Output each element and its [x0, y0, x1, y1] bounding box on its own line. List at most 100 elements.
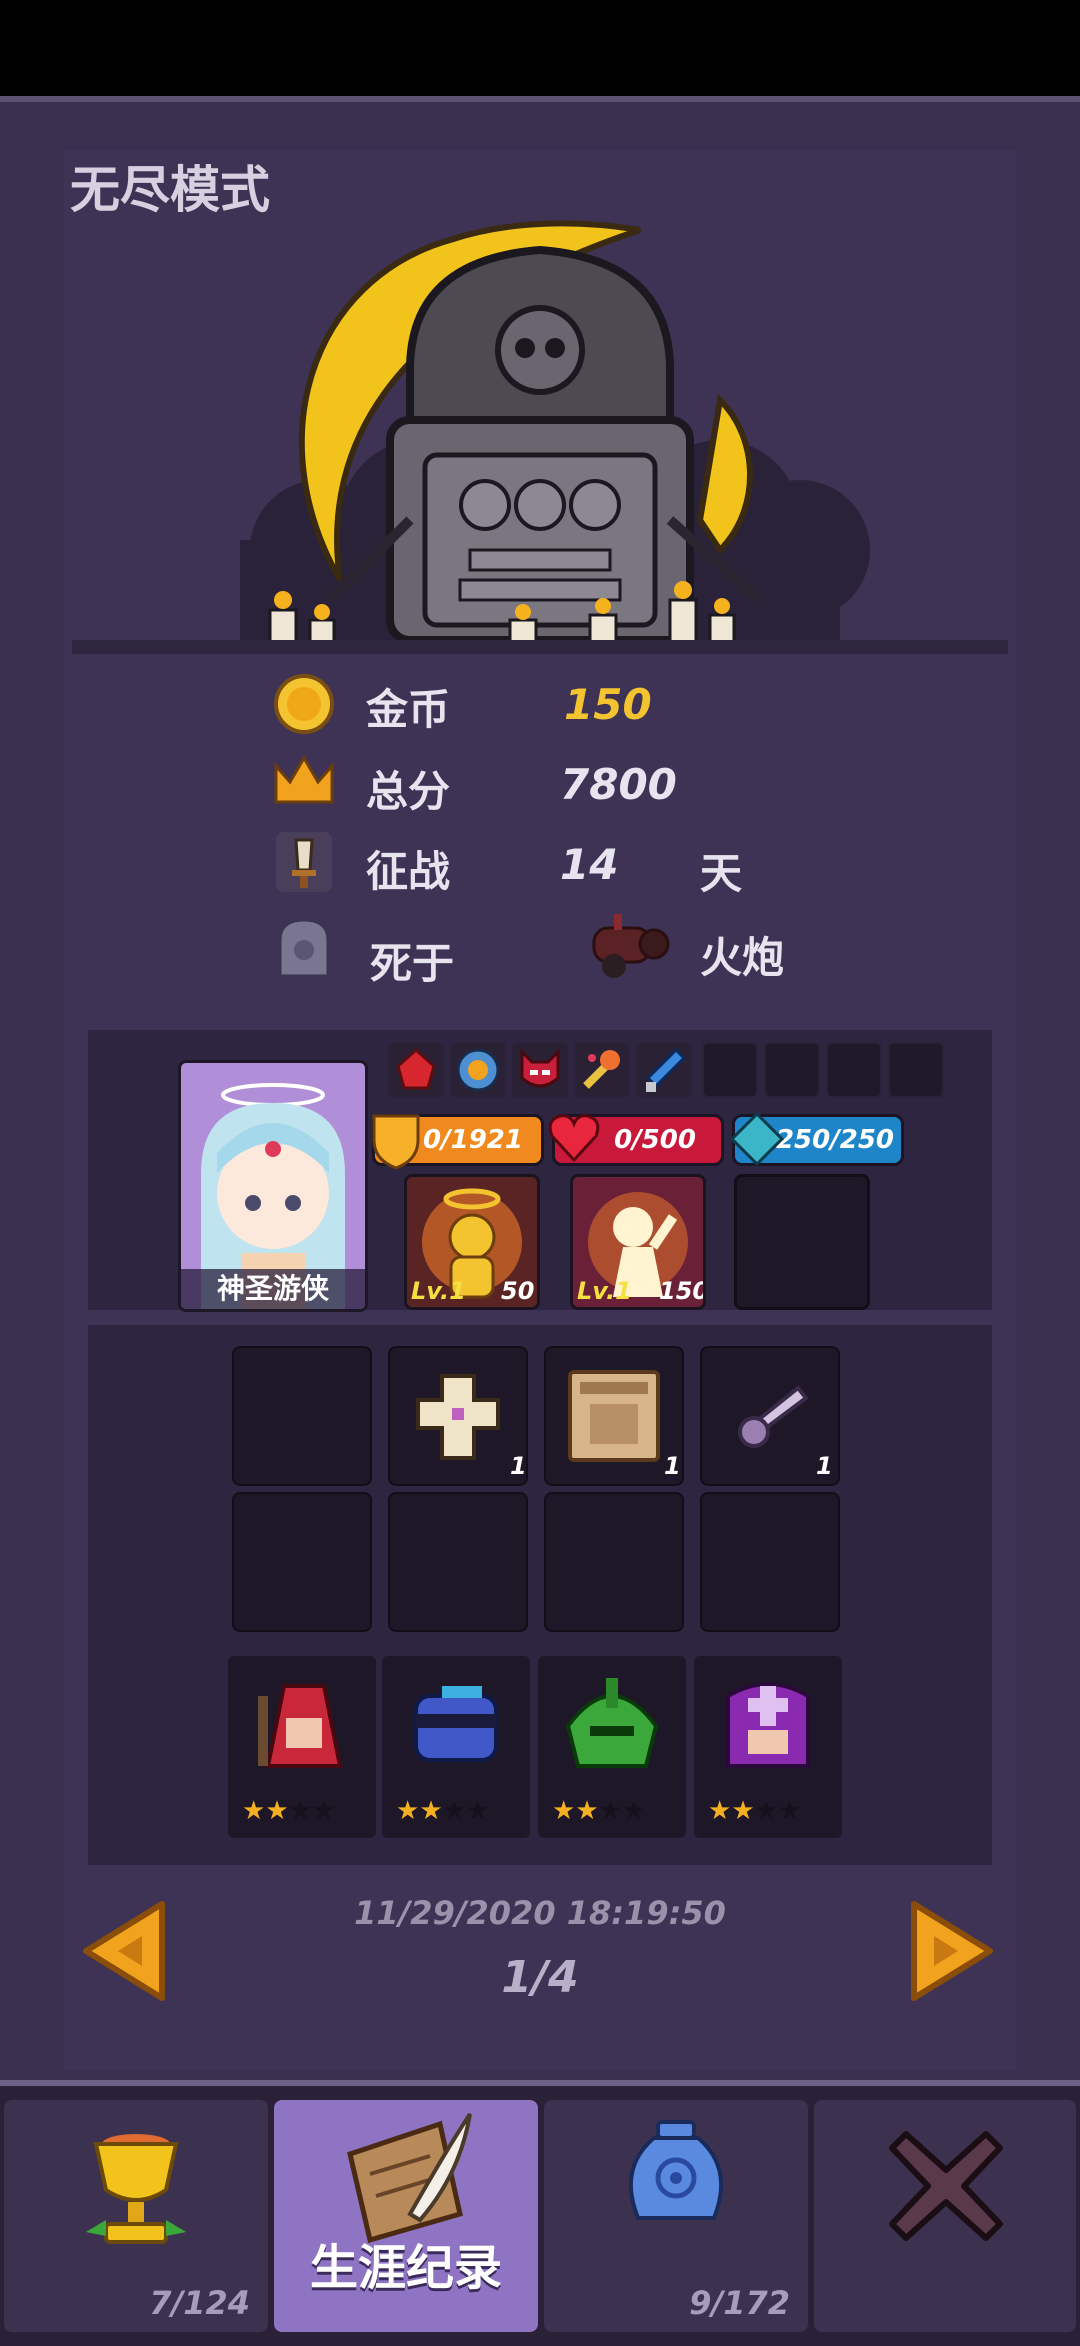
shield-value: 0/1921	[423, 1125, 523, 1155]
star-icon: ★	[465, 1796, 490, 1826]
purple-priest-icon	[726, 1682, 810, 1768]
star-icon: ★	[442, 1796, 466, 1826]
tab-trophy[interactable]: 7/124	[4, 2100, 268, 2332]
empty-slot[interactable]	[888, 1042, 944, 1098]
death-cause: 火炮	[700, 933, 785, 982]
score-label: 总分	[366, 767, 451, 816]
ally-card[interactable]: ★★★★	[694, 1656, 842, 1838]
trophy-count: 7/124	[149, 2284, 250, 2322]
skill-level: Lv.1	[577, 1277, 632, 1305]
days-unit: 天	[700, 849, 743, 898]
star-rating: ★★★★	[552, 1796, 645, 1826]
close-button[interactable]	[814, 2100, 1076, 2332]
firework-slot[interactable]	[574, 1042, 630, 1098]
gravestone-icon	[278, 918, 330, 978]
illustration-ground	[72, 640, 1008, 654]
tab-career[interactable]: 生涯纪录	[274, 2100, 538, 2332]
ally-card[interactable]: ★★★★	[538, 1656, 686, 1838]
inventory-slot[interactable]	[232, 1346, 372, 1486]
shield-icon	[372, 1114, 420, 1170]
crown-icon	[274, 755, 334, 804]
wanted-poster-icon	[568, 1370, 660, 1462]
tombstone-illustration	[240, 220, 870, 652]
career-label: 生涯纪录	[309, 2240, 502, 2296]
star-icon: ★	[754, 1796, 778, 1826]
diamond-icon	[729, 1111, 785, 1167]
tab-vase[interactable]: 9/172	[544, 2100, 808, 2332]
item-count: 1	[510, 1452, 527, 1480]
death-label: 死于	[370, 939, 455, 988]
ally-card[interactable]: ★★★★	[382, 1656, 530, 1838]
prev-arrow-icon[interactable]	[76, 1896, 172, 2006]
skill-slot-empty[interactable]	[734, 1174, 870, 1310]
star-icon: ★	[396, 1796, 420, 1826]
scroll-quill-icon	[347, 2112, 472, 2244]
score-value: 7800	[560, 760, 677, 809]
star-icon: ★	[552, 1796, 576, 1826]
red-gem-icon	[396, 1047, 436, 1090]
blue-sword-slot[interactable]	[636, 1042, 692, 1098]
empty-slot[interactable]	[826, 1042, 882, 1098]
skill-cost: 150	[659, 1277, 706, 1305]
blue-sword-icon	[645, 1047, 687, 1092]
blue-ninja-icon	[414, 1686, 498, 1762]
heart-icon	[548, 1114, 600, 1163]
cross-icon	[416, 1374, 500, 1460]
star-rating: ★★★★	[708, 1796, 801, 1826]
days-value: 14	[560, 840, 619, 889]
demon-mask-slot[interactable]	[512, 1042, 568, 1098]
gold-coin-icon	[274, 674, 334, 734]
star-icon: ★	[777, 1796, 802, 1826]
skill-slot-1[interactable]: Lv.1 50	[404, 1174, 540, 1310]
empty-slot[interactable]	[702, 1042, 758, 1098]
round-shield-icon	[456, 1048, 500, 1092]
page-indicator: 1/4	[501, 1952, 579, 2003]
ally-card[interactable]: ★★★★	[228, 1656, 376, 1838]
inventory-slot[interactable]: 1	[388, 1346, 528, 1486]
shield-item-slot[interactable]	[450, 1042, 506, 1098]
vase-count: 9/172	[689, 2284, 790, 2322]
star-icon: ★	[731, 1796, 755, 1826]
red-wizard-icon	[258, 1684, 343, 1768]
item-count: 1	[664, 1452, 681, 1480]
vase-icon	[628, 2120, 724, 2220]
star-icon: ★	[575, 1796, 599, 1826]
red-gem-slot[interactable]	[388, 1042, 444, 1098]
item-count: 1	[816, 1452, 833, 1480]
inventory-slot[interactable]	[700, 1492, 840, 1632]
mana-value: 250/250	[775, 1125, 895, 1155]
firework-icon	[583, 1050, 620, 1089]
demon-mask-icon	[520, 1048, 560, 1088]
star-icon: ★	[311, 1796, 336, 1826]
skill-cost: 50	[501, 1277, 535, 1305]
star-rating: ★★★★	[242, 1796, 335, 1826]
star-icon: ★	[419, 1796, 443, 1826]
inventory-slot[interactable]: 1	[544, 1346, 684, 1486]
empty-slot[interactable]	[764, 1042, 820, 1098]
skill-slot-2[interactable]: Lv.1 150	[570, 1174, 706, 1310]
inventory-slot[interactable]	[232, 1492, 372, 1632]
star-icon: ★	[242, 1796, 266, 1826]
health-value: 0/500	[614, 1125, 696, 1155]
days-label: 征战	[366, 847, 451, 896]
gold-value: 150	[564, 680, 652, 729]
skill-level: Lv.1	[411, 1277, 466, 1305]
star-icon: ★	[621, 1796, 646, 1826]
inventory-slot[interactable]	[544, 1492, 684, 1632]
star-icon: ★	[288, 1796, 312, 1826]
star-icon: ★	[708, 1796, 732, 1826]
hero-name: 神圣游侠	[181, 1269, 365, 1309]
inventory-slot[interactable]: 1	[700, 1346, 840, 1486]
cannon-icon	[592, 914, 670, 978]
record-timestamp: 11/29/2020 18:19:50	[354, 1894, 726, 1932]
star-icon: ★	[598, 1796, 622, 1826]
sword-icon	[276, 832, 332, 892]
hero-portrait[interactable]: 神圣游侠	[178, 1060, 368, 1312]
gold-label: 金币	[366, 685, 451, 734]
next-arrow-icon[interactable]	[904, 1896, 1000, 2006]
page-title: 无尽模式	[70, 161, 270, 219]
close-icon	[889, 2131, 1003, 2241]
star-icon: ★	[265, 1796, 289, 1826]
inventory-slot[interactable]	[388, 1492, 528, 1632]
trophy-icon	[86, 2134, 186, 2244]
